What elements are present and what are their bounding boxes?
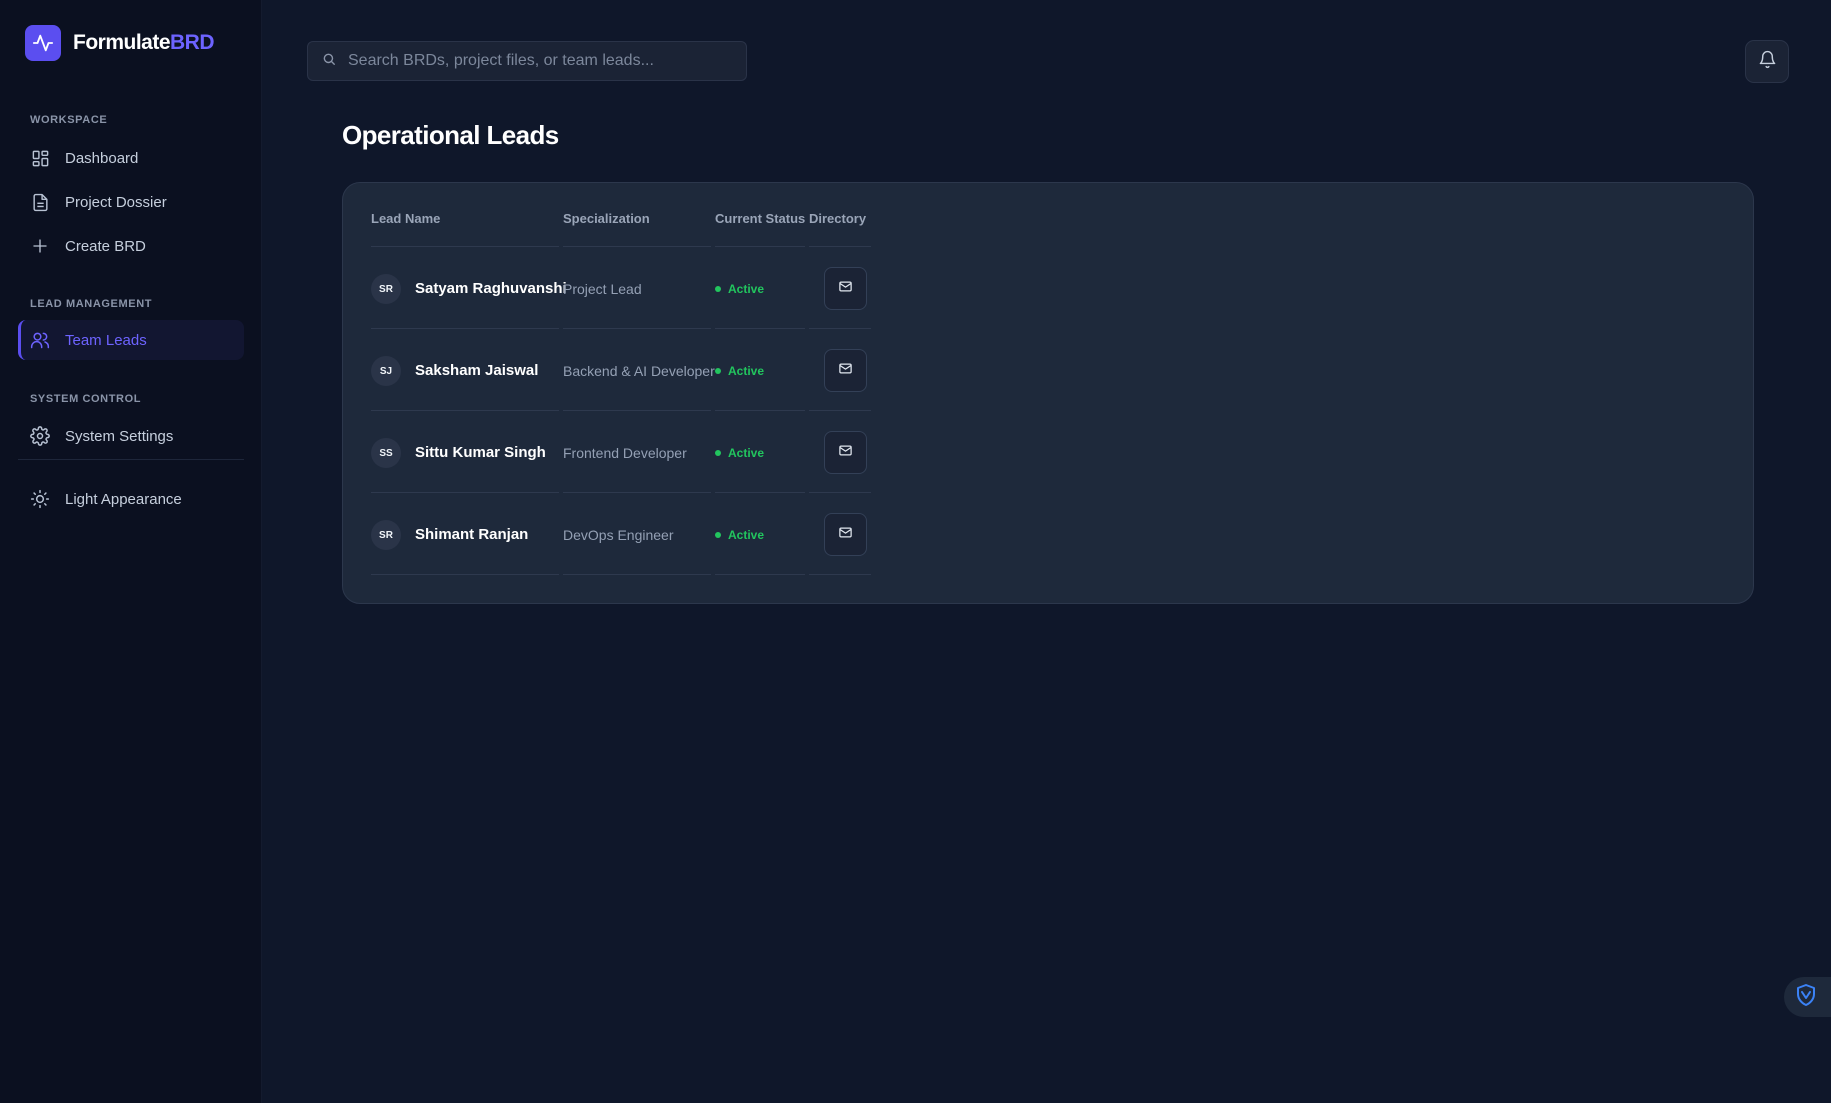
email-lead-button[interactable] bbox=[824, 513, 867, 556]
sidebar-item-label: Light Appearance bbox=[65, 490, 182, 508]
lead-specialization: Frontend Developer bbox=[563, 445, 687, 461]
status-badge: Active bbox=[715, 446, 764, 460]
mail-icon bbox=[838, 443, 853, 463]
table-row: SS Sittu Kumar Singh Frontend Developer … bbox=[371, 411, 871, 493]
search-input[interactable] bbox=[348, 52, 728, 70]
plus-icon bbox=[30, 236, 50, 256]
sidebar-item-label: Create BRD bbox=[65, 237, 146, 255]
avatar: SJ bbox=[371, 356, 401, 386]
theme-toggle-light-appearance[interactable]: Light Appearance bbox=[18, 479, 244, 519]
lead-name: Saksham Jaiswal bbox=[415, 362, 539, 379]
search-bar[interactable] bbox=[307, 41, 747, 81]
brand-name: FormulateBRD bbox=[73, 31, 215, 55]
email-lead-button[interactable] bbox=[824, 349, 867, 392]
status-dot bbox=[715, 286, 721, 292]
section-label-lead-management: LEAD MANAGEMENT bbox=[30, 298, 153, 310]
status-label: Active bbox=[728, 528, 765, 542]
email-lead-button[interactable] bbox=[824, 431, 867, 474]
document-icon bbox=[30, 192, 50, 212]
sidebar-item-team-leads[interactable]: Team Leads bbox=[18, 320, 244, 360]
sidebar-item-dashboard[interactable]: Dashboard bbox=[18, 138, 244, 178]
status-badge: Active bbox=[715, 528, 764, 542]
table-row: SJ Saksham Jaiswal Backend & AI Develope… bbox=[371, 329, 871, 411]
status-badge: Active bbox=[715, 282, 764, 296]
avatar: SR bbox=[371, 274, 401, 304]
column-header-specialization: Specialization bbox=[563, 211, 650, 226]
sidebar-item-create-brd[interactable]: Create BRD bbox=[18, 226, 244, 266]
lead-name: Shimant Ranjan bbox=[415, 526, 529, 543]
sidebar-item-project-dossier[interactable]: Project Dossier bbox=[18, 182, 244, 222]
section-label-workspace: WORKSPACE bbox=[30, 114, 108, 126]
table-row: SR Shimant Ranjan DevOps Engineer Active bbox=[371, 493, 871, 575]
sidebar-item-label: Team Leads bbox=[65, 331, 147, 349]
shield-icon bbox=[1794, 983, 1818, 1012]
status-dot bbox=[715, 532, 721, 538]
sidebar-item-label: Project Dossier bbox=[65, 193, 167, 211]
avatar: SS bbox=[371, 438, 401, 468]
sun-icon bbox=[30, 489, 50, 509]
status-label: Active bbox=[728, 364, 765, 378]
security-widget-button[interactable] bbox=[1784, 977, 1831, 1017]
dashboard-icon bbox=[30, 148, 50, 168]
lead-specialization: DevOps Engineer bbox=[563, 527, 674, 543]
status-badge: Active bbox=[715, 364, 764, 378]
bell-icon bbox=[1758, 50, 1777, 74]
notifications-button[interactable] bbox=[1745, 40, 1789, 83]
brand-name-primary: Formulate bbox=[73, 31, 171, 54]
status-dot bbox=[715, 450, 721, 456]
column-header-directory: Directory bbox=[809, 211, 867, 226]
users-icon bbox=[30, 330, 50, 350]
brand-name-accent: BRD bbox=[170, 31, 215, 54]
section-label-system-control: SYSTEM CONTROL bbox=[30, 393, 142, 405]
lead-name: Sittu Kumar Singh bbox=[415, 444, 546, 461]
email-lead-button[interactable] bbox=[824, 267, 867, 310]
pulse-logo-icon bbox=[25, 25, 61, 61]
sidebar: FormulateBRD WORKSPACE Dashboard Project… bbox=[0, 0, 262, 1103]
table-row: SR Satyam Raghuvanshi Project Lead Activ… bbox=[371, 247, 871, 329]
column-header-lead-name: Lead Name bbox=[371, 211, 441, 226]
lead-name: Satyam Raghuvanshi bbox=[415, 280, 567, 297]
lead-specialization: Backend & AI Developer bbox=[563, 363, 715, 379]
mail-icon bbox=[838, 361, 853, 381]
lead-specialization: Project Lead bbox=[563, 281, 642, 297]
status-label: Active bbox=[728, 446, 765, 460]
column-header-current-status: Current Status bbox=[715, 211, 806, 226]
mail-icon bbox=[838, 525, 853, 545]
status-dot bbox=[715, 368, 721, 374]
leads-table-card: Lead Name Specialization Current Status … bbox=[342, 182, 1754, 604]
mail-icon bbox=[838, 279, 853, 299]
brand[interactable]: FormulateBRD bbox=[25, 25, 215, 61]
gear-icon bbox=[30, 426, 50, 446]
search-icon bbox=[322, 52, 336, 71]
sidebar-item-label: System Settings bbox=[65, 427, 174, 445]
sidebar-item-label: Dashboard bbox=[65, 149, 139, 167]
page-title: Operational Leads bbox=[342, 120, 559, 150]
sidebar-divider bbox=[18, 459, 244, 460]
status-label: Active bbox=[728, 282, 765, 296]
avatar: SR bbox=[371, 520, 401, 550]
sidebar-item-system-settings[interactable]: System Settings bbox=[18, 416, 244, 456]
